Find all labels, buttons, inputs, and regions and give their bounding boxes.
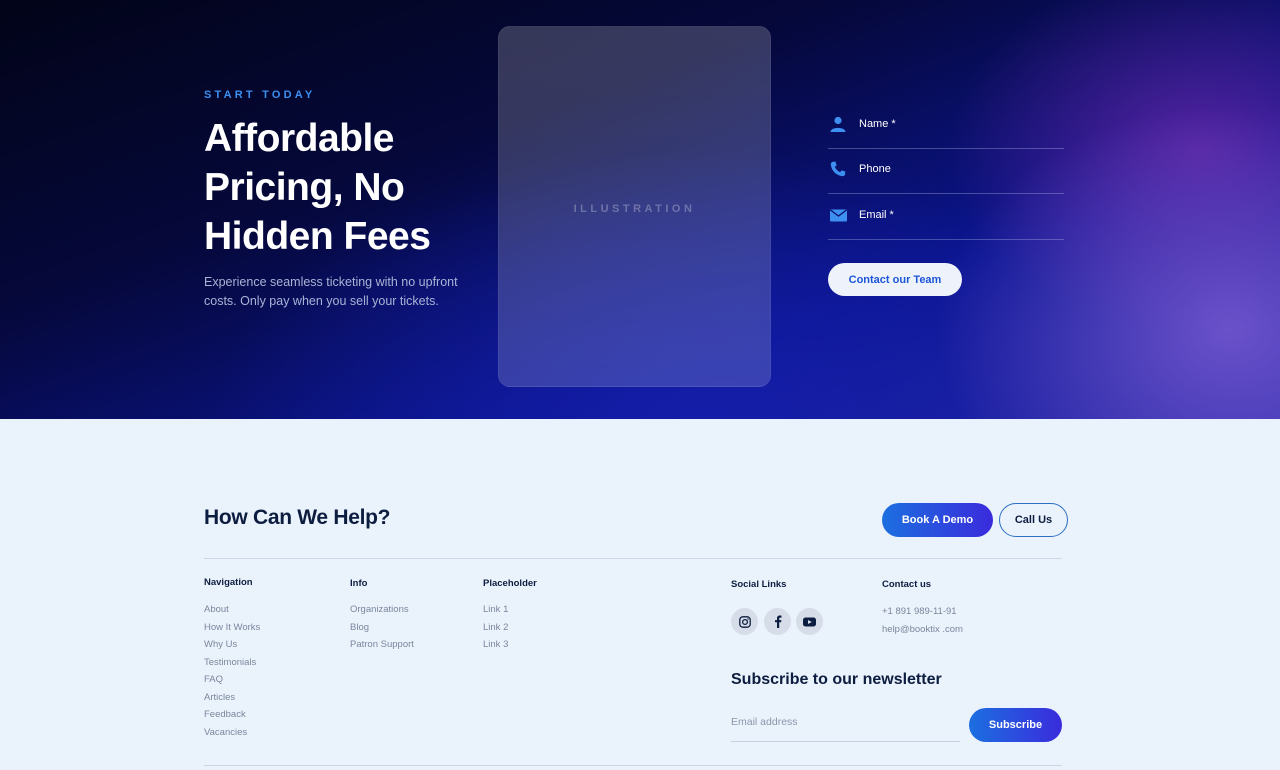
instagram-icon — [738, 615, 751, 628]
phone-icon — [829, 160, 847, 178]
info-link-organizations[interactable]: Organizations — [350, 601, 414, 619]
placeholder-link-1[interactable]: Link 1 — [483, 601, 508, 619]
help-title: How Can We Help? — [204, 506, 391, 529]
contact-heading: Contact us — [882, 579, 932, 590]
phone-field-label: Phone — [859, 163, 891, 175]
footer-divider-top — [204, 558, 1062, 559]
placeholder-link-2[interactable]: Link 2 — [483, 619, 508, 637]
call-us-button[interactable]: Call Us — [999, 503, 1068, 537]
navigation-heading: Navigation — [204, 577, 253, 588]
nav-link-feedback[interactable]: Feedback — [204, 706, 260, 724]
nav-link-articles[interactable]: Articles — [204, 689, 260, 707]
info-list: Organizations Blog Patron Support — [350, 601, 414, 654]
hero-title: Affordable Pricing, No Hidden Fees — [204, 117, 431, 258]
contact-team-button[interactable]: Contact our Team — [828, 263, 962, 296]
footer-divider-bottom — [204, 765, 1062, 766]
book-demo-button[interactable]: Book A Demo — [882, 503, 993, 537]
subscribe-button[interactable]: Subscribe — [969, 708, 1062, 742]
newsletter-email-input[interactable] — [731, 713, 960, 742]
contact-email[interactable]: help@booktix .com — [882, 624, 963, 635]
nav-link-faq[interactable]: FAQ — [204, 671, 260, 689]
hero-section: START TODAY Affordable Pricing, No Hidde… — [0, 0, 1280, 419]
navigation-list: About How It Works Why Us Testimonials F… — [204, 601, 260, 741]
placeholder-heading: Placeholder — [483, 578, 537, 589]
name-field[interactable]: Name * — [828, 115, 1064, 149]
youtube-button[interactable] — [796, 608, 823, 635]
newsletter-title: Subscribe to our newsletter — [731, 671, 942, 688]
contact-phone[interactable]: +1 891 989-11-91 — [882, 606, 957, 617]
phone-field[interactable]: Phone — [828, 160, 1064, 194]
youtube-icon — [803, 617, 816, 626]
nav-link-why-us[interactable]: Why Us — [204, 636, 260, 654]
illustration-placeholder: ILLUSTRATION — [498, 26, 771, 387]
nav-link-about[interactable]: About — [204, 601, 260, 619]
nav-link-how-it-works[interactable]: How It Works — [204, 619, 260, 637]
mail-icon — [829, 206, 847, 224]
email-field[interactable]: Email * — [828, 208, 1064, 240]
placeholder-link-3[interactable]: Link 3 — [483, 636, 508, 654]
nav-link-testimonials[interactable]: Testimonials — [204, 654, 260, 672]
user-icon — [829, 115, 847, 133]
email-field-label: Email * — [859, 209, 894, 221]
hero-description: Experience seamless ticketing with no up… — [204, 275, 458, 308]
name-field-label: Name * — [859, 118, 896, 130]
social-heading: Social Links — [731, 579, 787, 590]
illustration-label: ILLUSTRATION — [573, 203, 696, 215]
placeholder-list: Link 1 Link 2 Link 3 — [483, 601, 508, 654]
info-heading: Info — [350, 578, 368, 589]
instagram-button[interactable] — [731, 608, 758, 635]
info-link-patron-support[interactable]: Patron Support — [350, 636, 414, 654]
facebook-icon — [774, 615, 781, 628]
nav-link-vacancies[interactable]: Vacancies — [204, 724, 260, 742]
info-link-blog[interactable]: Blog — [350, 619, 414, 637]
hero-eyebrow: START TODAY — [204, 89, 316, 101]
facebook-button[interactable] — [764, 608, 791, 635]
